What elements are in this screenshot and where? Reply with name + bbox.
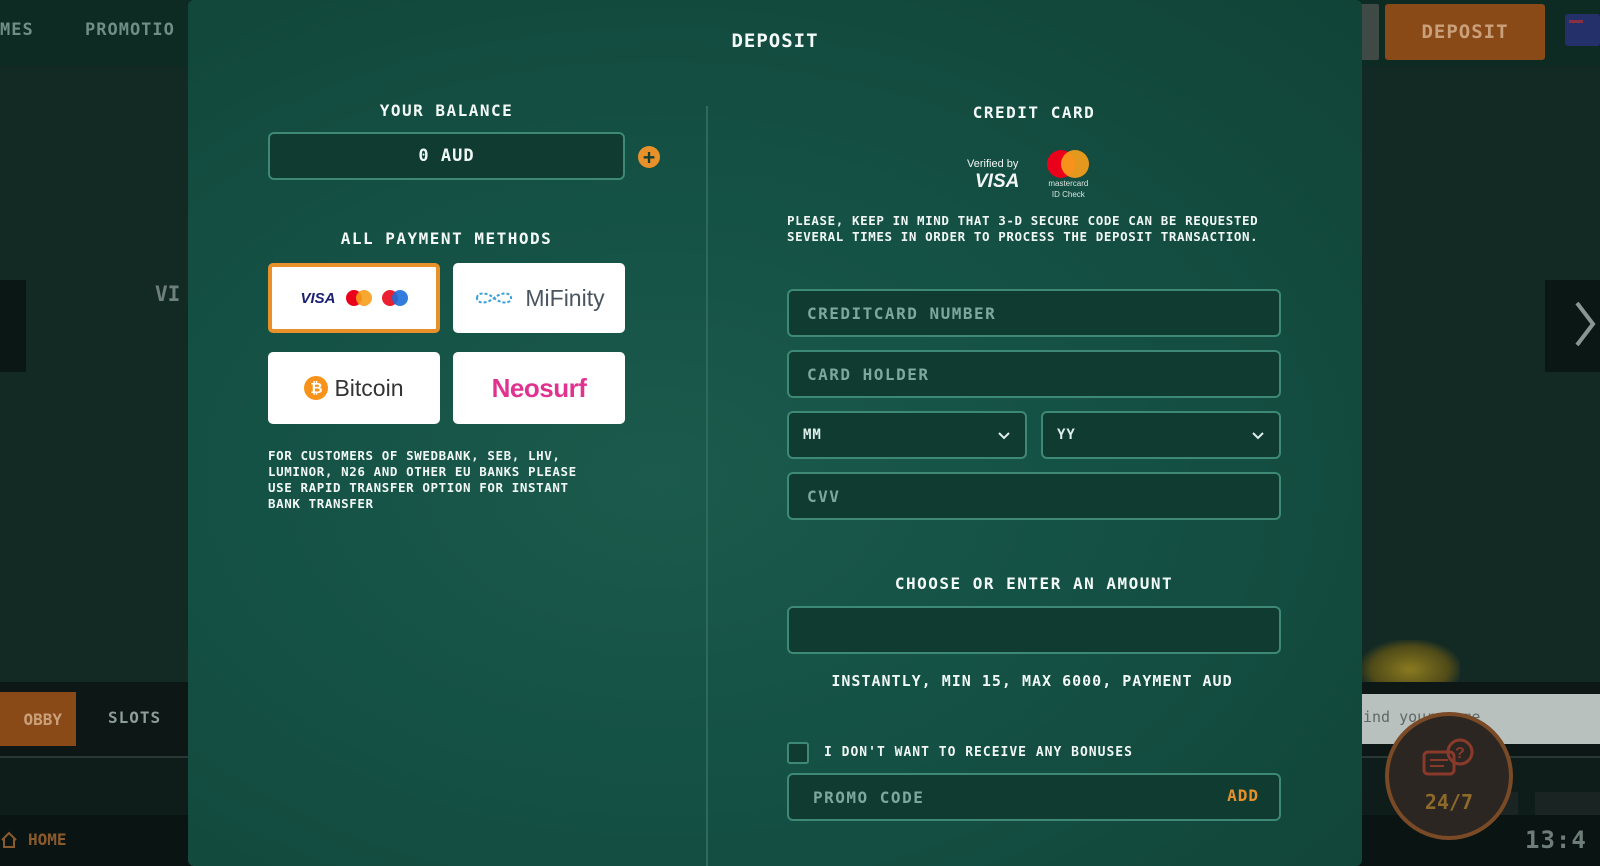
hero-coins-image	[1360, 640, 1460, 682]
nav-promotions[interactable]: PROMOTIO	[85, 20, 175, 40]
no-bonus-label: I DON'T WANT TO RECEIVE ANY BONUSES	[824, 745, 1133, 760]
nav-games[interactable]: MES	[0, 20, 34, 40]
promo-code-field: ADD	[787, 773, 1281, 821]
verified-by-visa-logo: Verified by VISA	[967, 157, 1020, 192]
maestro-icon	[381, 290, 408, 306]
expiry-year-select[interactable]: YY	[1041, 411, 1281, 459]
bitcoin-label: Bitcoin	[334, 374, 404, 401]
support-label: 24/7	[1424, 790, 1474, 814]
modal-title: DEPOSIT	[731, 30, 819, 52]
deposit-modal: DEPOSIT YOUR BALANCE 0 AUD + ALL PAYMENT…	[188, 0, 1362, 866]
3ds-notice: PLEASE, KEEP IN MIND THAT 3-D SECURE COD…	[787, 213, 1259, 244]
column-divider	[706, 106, 708, 866]
amount-input[interactable]	[787, 606, 1281, 654]
verified-by-label: Verified by	[967, 157, 1019, 170]
mastercard-icon	[345, 290, 372, 306]
amount-title: CHOOSE OR ENTER AN AMOUNT	[894, 574, 1174, 593]
mastercard-id-check-logo: mastercard ID Check	[1047, 150, 1090, 200]
promo-code-input[interactable]	[789, 775, 1189, 819]
bank-transfer-info: FOR CUSTOMERS OF SWEDBANK, SEB, LHV, LUM…	[268, 448, 577, 511]
mifinity-label: MiFinity	[525, 284, 605, 311]
promo-add-button[interactable]: ADD	[1227, 786, 1259, 805]
home-link[interactable]: HOME	[0, 830, 67, 849]
filter-chip[interactable]	[1535, 792, 1600, 816]
expiry-month-value: MM	[803, 427, 822, 443]
mifinity-icon	[476, 292, 513, 304]
security-logos: Verified by VISA mastercard ID Check	[967, 150, 1090, 200]
chevron-right-icon	[1575, 301, 1596, 347]
bitcoin-icon: ₿	[304, 376, 329, 400]
card-holder-input[interactable]	[787, 350, 1281, 398]
clock: 13:4	[1525, 826, 1587, 854]
chevron-down-icon	[998, 432, 1010, 440]
expiry-year-value: YY	[1057, 427, 1076, 443]
mastercard-icon	[1047, 150, 1090, 178]
header-deposit-button[interactable]: DEPOSIT	[1385, 4, 1545, 60]
visa-logo: VISA	[300, 289, 336, 307]
payment-method-cards[interactable]: VISA	[268, 263, 440, 333]
cvv-input[interactable]	[787, 472, 1281, 520]
neosurf-label: Neosurf	[491, 372, 587, 403]
balance-title: YOUR BALANCE	[379, 101, 514, 120]
language-flag-icon[interactable]	[1565, 14, 1600, 46]
amount-hint: INSTANTLY, MIN 15, MAX 6000, PAYMENT AUD	[831, 672, 1233, 690]
mastercard-small-label: mastercard	[1048, 179, 1089, 188]
support-chat-button[interactable]: ? 24/7	[1385, 712, 1513, 840]
hero-text: VI	[155, 282, 181, 306]
payment-method-mifinity[interactable]: MiFinity	[453, 263, 625, 333]
balance-display: 0 AUD	[268, 132, 625, 180]
tab-lobby[interactable]: OBBY	[0, 692, 76, 746]
carousel-prev-button[interactable]	[0, 280, 26, 372]
id-check-label: ID Check	[1051, 189, 1085, 199]
no-bonus-checkbox[interactable]	[787, 742, 809, 764]
home-label: HOME	[28, 830, 67, 849]
expiry-month-select[interactable]: MM	[787, 411, 1027, 459]
svg-text:?: ?	[1455, 745, 1465, 762]
tab-slots[interactable]: SLOTS	[108, 708, 161, 727]
plus-icon[interactable]: +	[638, 146, 660, 168]
support-chat-icon: ?	[1422, 738, 1474, 776]
visa-label: VISA	[975, 170, 1020, 192]
home-icon	[1, 831, 17, 848]
payment-method-neosurf[interactable]: Neosurf	[453, 352, 625, 424]
chevron-down-icon	[1252, 432, 1264, 440]
payment-methods-title: ALL PAYMENT METHODS	[340, 229, 553, 248]
payment-method-bitcoin[interactable]: ₿ Bitcoin	[268, 352, 440, 424]
creditcard-number-input[interactable]	[787, 289, 1281, 337]
credit-card-title: CREDIT CARD	[972, 103, 1096, 122]
